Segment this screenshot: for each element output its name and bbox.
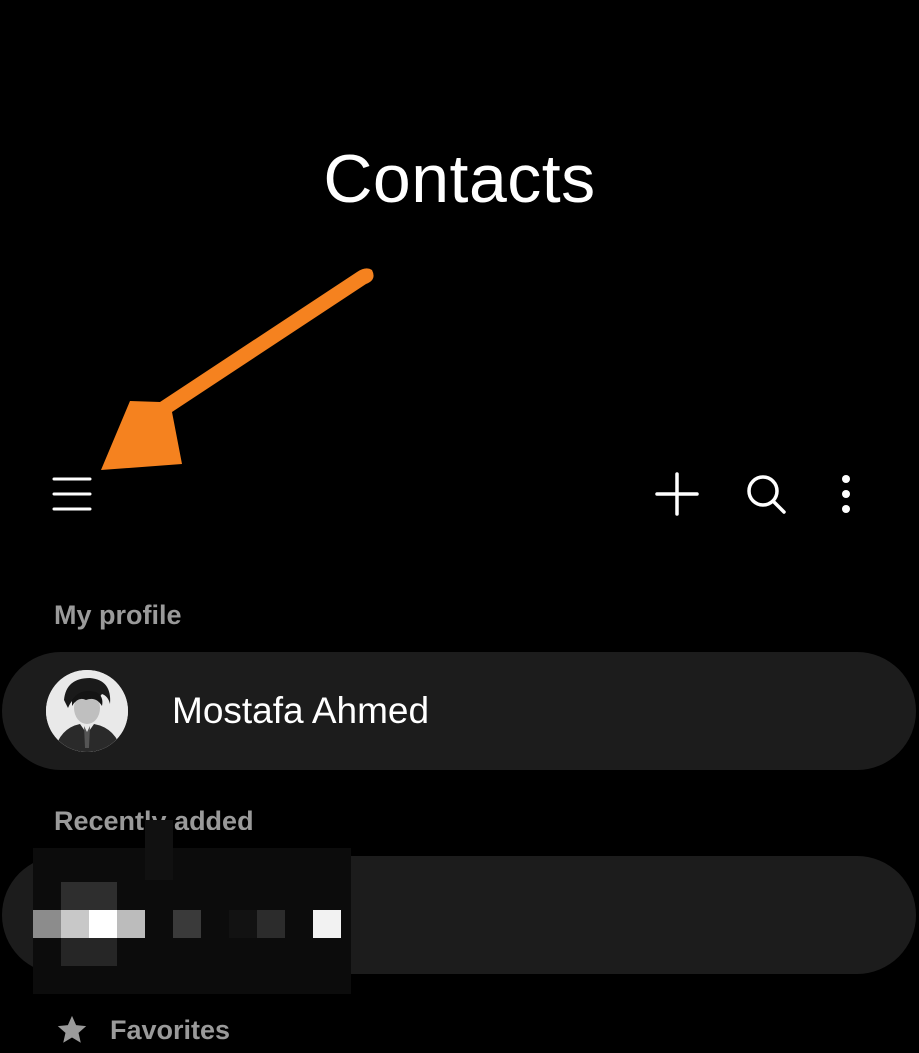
search-icon <box>747 475 786 514</box>
menu-button[interactable] <box>42 464 102 524</box>
page-title: Contacts <box>323 141 596 217</box>
more-options-button[interactable] <box>822 464 870 524</box>
search-button[interactable] <box>736 464 796 524</box>
profile-name: Mostafa Ahmed <box>172 690 430 731</box>
redacted-contact-pixelation <box>33 820 351 994</box>
avatar <box>46 670 128 752</box>
hamburger-menu-icon <box>52 477 92 511</box>
favorites-section-header: Favorites <box>54 1010 230 1050</box>
add-contact-button[interactable] <box>644 464 710 524</box>
my-profile-card[interactable]: Mostafa Ahmed <box>2 652 916 770</box>
star-icon <box>57 1015 87 1043</box>
my-profile-section-label: My profile <box>54 600 182 630</box>
favorites-section-label: Favorites <box>110 1014 231 1045</box>
more-vertical-icon <box>842 475 850 513</box>
plus-icon <box>655 472 699 516</box>
